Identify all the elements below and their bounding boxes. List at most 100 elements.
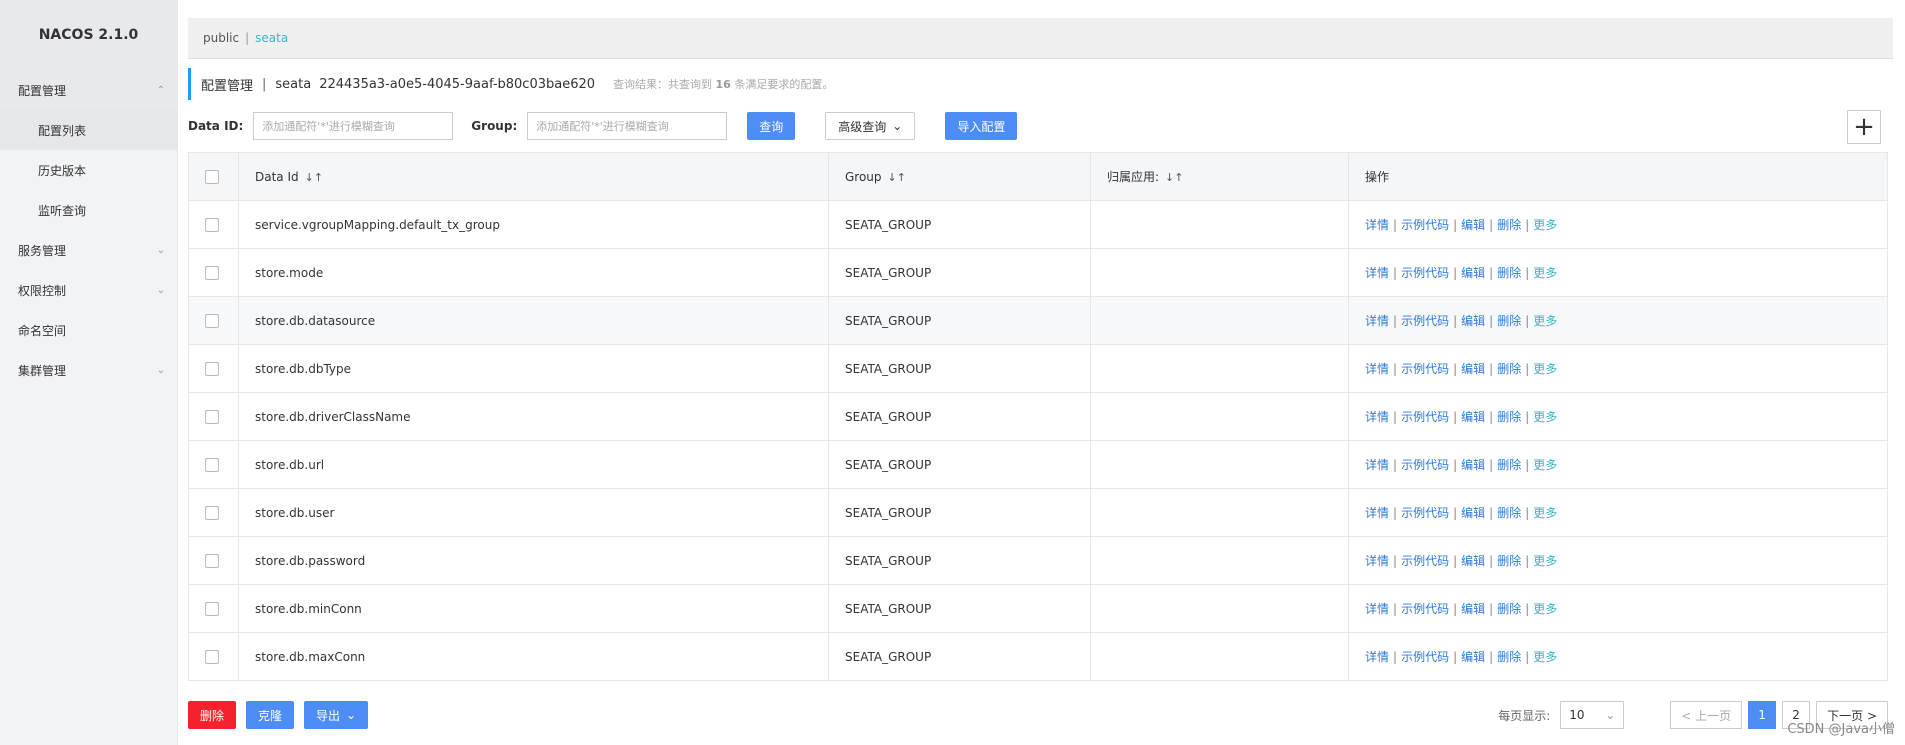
main-content: public | seata 配置管理 | seata 224435a3-a0e… xyxy=(188,18,1893,745)
row-checkbox[interactable] xyxy=(205,457,219,472)
op-link-0[interactable]: 详情 xyxy=(1365,218,1389,232)
op-link-0[interactable]: 详情 xyxy=(1365,650,1389,664)
column-group[interactable]: Group ↓↑ xyxy=(828,152,1091,201)
ops-separator: | xyxy=(1489,650,1494,664)
op-link-0[interactable]: 详情 xyxy=(1365,602,1389,616)
select-all-checkbox[interactable] xyxy=(205,169,219,184)
sidebar-subitem-0-2[interactable]: 监听查询 xyxy=(0,190,177,230)
page-size-select[interactable]: 10 ⌄ xyxy=(1560,701,1625,729)
op-link-1[interactable]: 示例代码 xyxy=(1401,410,1449,424)
op-link-0[interactable]: 详情 xyxy=(1365,314,1389,328)
cell-group: SEATA_GROUP xyxy=(828,584,1091,633)
op-link-2[interactable]: 编辑 xyxy=(1461,458,1485,472)
op-link-2[interactable]: 编辑 xyxy=(1461,218,1485,232)
prev-page-button[interactable]: < 上一页 xyxy=(1670,701,1743,729)
row-checkbox[interactable] xyxy=(205,553,219,568)
op-link-4[interactable]: 更多 xyxy=(1533,458,1557,472)
row-checkbox[interactable] xyxy=(205,217,219,232)
op-link-0[interactable]: 详情 xyxy=(1365,410,1389,424)
op-link-1[interactable]: 示例代码 xyxy=(1401,314,1449,328)
ops-separator: | xyxy=(1393,506,1398,520)
op-link-1[interactable]: 示例代码 xyxy=(1401,266,1449,280)
op-link-3[interactable]: 删除 xyxy=(1497,650,1521,664)
page-1-button[interactable]: 1 xyxy=(1748,701,1777,729)
op-link-3[interactable]: 删除 xyxy=(1497,410,1521,424)
row-checkbox[interactable] xyxy=(205,265,219,280)
sidebar-menu-1[interactable]: 服务管理 ⌄ xyxy=(0,230,177,270)
search-row: Data ID: Group: 查询 高级查询⌄ 导入配置 + xyxy=(188,110,1893,144)
row-checkbox[interactable] xyxy=(205,505,219,520)
sidebar-menu-2[interactable]: 权限控制 ⌄ xyxy=(0,270,177,310)
cell-ops: 详情 | 示例代码 | 编辑 | 删除 | 更多 xyxy=(1348,584,1888,633)
op-link-0[interactable]: 详情 xyxy=(1365,458,1389,472)
op-link-0[interactable]: 详情 xyxy=(1365,554,1389,568)
export-button[interactable]: 导出 ⌄ xyxy=(304,701,369,729)
row-checkbox[interactable] xyxy=(205,649,219,664)
row-checkbox[interactable] xyxy=(205,313,219,328)
op-link-3[interactable]: 删除 xyxy=(1497,362,1521,376)
op-link-3[interactable]: 删除 xyxy=(1497,314,1521,328)
sort-icon[interactable]: ↓↑ xyxy=(305,171,323,184)
op-link-1[interactable]: 示例代码 xyxy=(1401,458,1449,472)
op-link-1[interactable]: 示例代码 xyxy=(1401,602,1449,616)
op-link-1[interactable]: 示例代码 xyxy=(1401,650,1449,664)
op-link-3[interactable]: 删除 xyxy=(1497,554,1521,568)
op-link-3[interactable]: 删除 xyxy=(1497,458,1521,472)
brand-logo[interactable]: NACOS 2.1.0 xyxy=(0,0,177,70)
op-link-2[interactable]: 编辑 xyxy=(1461,362,1485,376)
op-link-4[interactable]: 更多 xyxy=(1533,602,1557,616)
sidebar-menu-4[interactable]: 集群管理 ⌄ xyxy=(0,350,177,390)
ops-separator: | xyxy=(1393,554,1398,568)
sidebar-subitem-0-1[interactable]: 历史版本 xyxy=(0,150,177,190)
namespace-public[interactable]: public xyxy=(203,31,239,45)
op-link-4[interactable]: 更多 xyxy=(1533,410,1557,424)
clone-button[interactable]: 克隆 xyxy=(246,701,295,729)
column-dataid[interactable]: Data Id ↓↑ xyxy=(238,152,829,201)
group-input[interactable] xyxy=(527,112,728,140)
op-link-4[interactable]: 更多 xyxy=(1533,650,1557,664)
advanced-query-button[interactable]: 高级查询 ⌄ xyxy=(825,112,916,140)
query-button[interactable]: 查询 xyxy=(747,112,796,140)
sort-icon[interactable]: ↓↑ xyxy=(1165,171,1183,184)
dataid-input[interactable] xyxy=(253,112,454,140)
op-link-4[interactable]: 更多 xyxy=(1533,314,1557,328)
op-link-3[interactable]: 删除 xyxy=(1497,506,1521,520)
add-config-button[interactable]: + xyxy=(1847,110,1881,144)
op-link-1[interactable]: 示例代码 xyxy=(1401,554,1449,568)
cell-app xyxy=(1090,584,1349,633)
op-link-2[interactable]: 编辑 xyxy=(1461,410,1485,424)
row-checkbox[interactable] xyxy=(205,409,219,424)
import-config-button[interactable]: 导入配置 xyxy=(945,112,1018,140)
op-link-2[interactable]: 编辑 xyxy=(1461,602,1485,616)
batch-delete-button[interactable]: 删除 xyxy=(188,701,237,729)
column-app[interactable]: 归属应用: ↓↑ xyxy=(1090,152,1349,201)
op-link-3[interactable]: 删除 xyxy=(1497,266,1521,280)
sidebar-subitem-0-0[interactable]: 配置列表 xyxy=(0,110,177,150)
sort-icon[interactable]: ↓↑ xyxy=(888,171,906,184)
op-link-2[interactable]: 编辑 xyxy=(1461,506,1485,520)
op-link-4[interactable]: 更多 xyxy=(1533,266,1557,280)
namespace-seata[interactable]: seata xyxy=(255,31,288,45)
op-link-0[interactable]: 详情 xyxy=(1365,362,1389,376)
op-link-2[interactable]: 编辑 xyxy=(1461,650,1485,664)
op-link-1[interactable]: 示例代码 xyxy=(1401,218,1449,232)
op-link-4[interactable]: 更多 xyxy=(1533,218,1557,232)
op-link-1[interactable]: 示例代码 xyxy=(1401,506,1449,520)
row-checkbox[interactable] xyxy=(205,361,219,376)
sidebar-menu-0[interactable]: 配置管理 ⌃ xyxy=(0,70,177,110)
ops-separator: | xyxy=(1489,314,1494,328)
op-link-2[interactable]: 编辑 xyxy=(1461,314,1485,328)
op-link-0[interactable]: 详情 xyxy=(1365,506,1389,520)
row-checkbox[interactable] xyxy=(205,601,219,616)
op-link-4[interactable]: 更多 xyxy=(1533,554,1557,568)
ops-separator: | xyxy=(1393,314,1398,328)
op-link-3[interactable]: 删除 xyxy=(1497,602,1521,616)
op-link-2[interactable]: 编辑 xyxy=(1461,266,1485,280)
op-link-4[interactable]: 更多 xyxy=(1533,506,1557,520)
op-link-2[interactable]: 编辑 xyxy=(1461,554,1485,568)
op-link-4[interactable]: 更多 xyxy=(1533,362,1557,376)
op-link-0[interactable]: 详情 xyxy=(1365,266,1389,280)
op-link-1[interactable]: 示例代码 xyxy=(1401,362,1449,376)
op-link-3[interactable]: 删除 xyxy=(1497,218,1521,232)
sidebar-menu-3[interactable]: 命名空间 xyxy=(0,310,177,350)
